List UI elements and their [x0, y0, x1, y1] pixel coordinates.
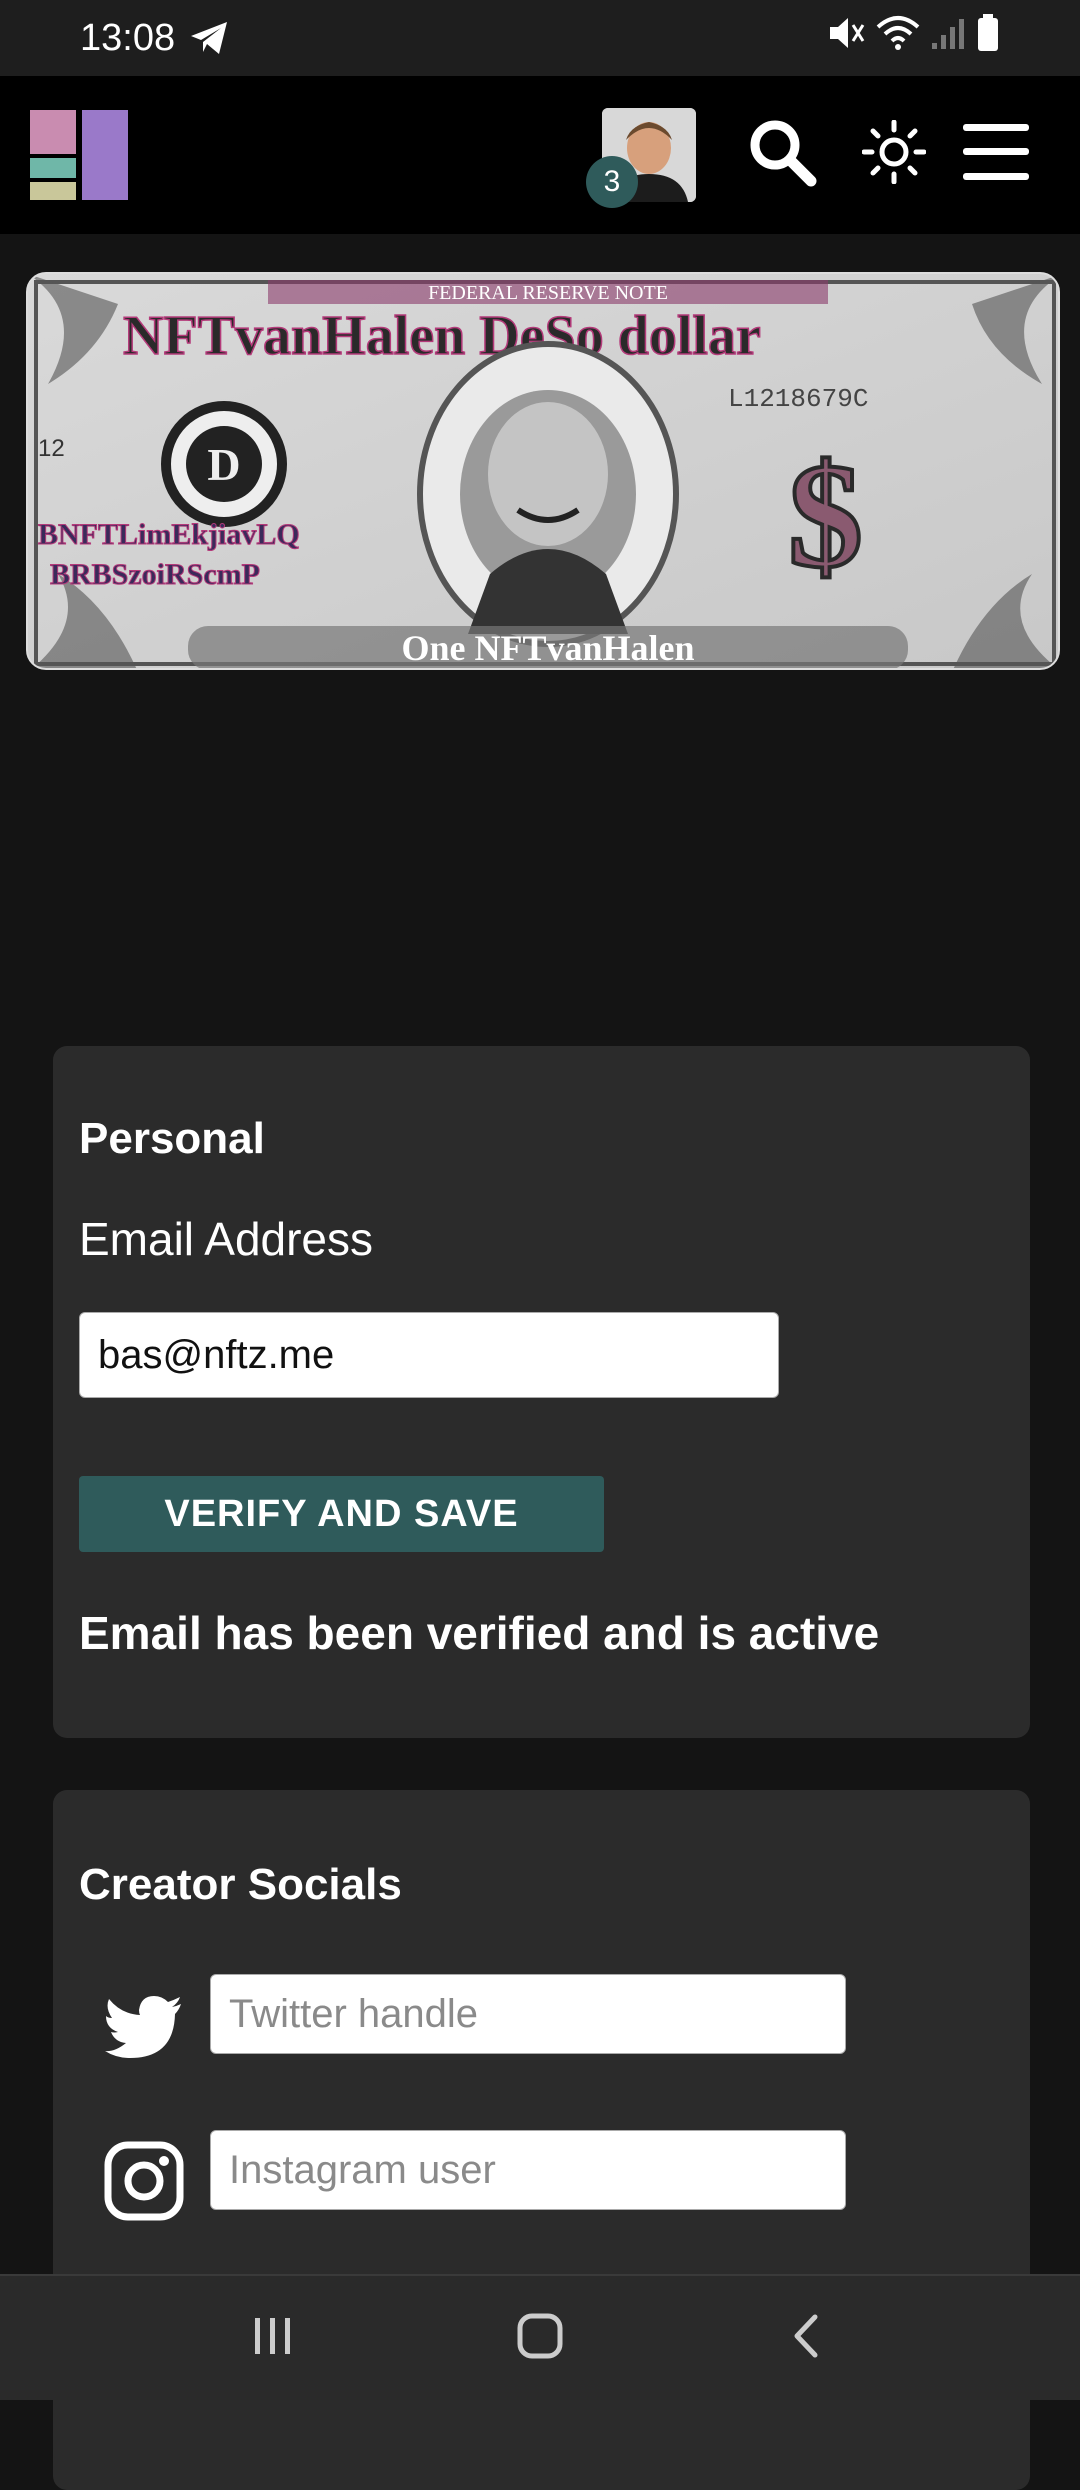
- menu-button[interactable]: [956, 114, 1036, 194]
- logo-icon[interactable]: [30, 110, 128, 200]
- email-input[interactable]: bas@nftz.me: [79, 1312, 779, 1398]
- banner-bottom-text: One NFTvanHalen: [401, 628, 694, 668]
- back-button[interactable]: [747, 2288, 867, 2388]
- banner-key-line2: BRBSzoiRScmP: [50, 558, 260, 591]
- twitter-handle-input[interactable]: Twitter handle: [210, 1974, 846, 2054]
- back-icon: [789, 2313, 825, 2364]
- email-label: Email Address: [79, 1213, 374, 1265]
- instagram-user-input[interactable]: Instagram user: [210, 2130, 846, 2210]
- status-bar: 13:08: [0, 0, 1080, 76]
- mute-icon: [826, 13, 866, 63]
- banner-key-line1: BNFTLimEkjiavLQ: [38, 518, 300, 551]
- banner-seal-letter: D: [207, 439, 240, 490]
- status-time: 13:08: [80, 16, 176, 59]
- banner-top-text: FEDERAL RESERVE NOTE: [428, 282, 668, 304]
- system-navigation-bar: [0, 2274, 1080, 2400]
- personal-section-title: Personal: [79, 1114, 265, 1163]
- battery-icon: [976, 13, 1000, 63]
- twitter-icon: [103, 1988, 185, 2070]
- signal-icon: [930, 15, 966, 61]
- profile-avatar-button[interactable]: 3: [586, 108, 696, 208]
- instagram-user-placeholder: Instagram user: [229, 2147, 496, 2192]
- instagram-icon: [103, 2140, 185, 2222]
- wifi-icon: [876, 13, 920, 63]
- email-input-value: bas@nftz.me: [98, 1332, 335, 1377]
- email-verified-message: Email has been verified and is active: [79, 1607, 880, 1659]
- twitter-handle-placeholder: Twitter handle: [229, 1991, 479, 2036]
- socials-section-title: Creator Socials: [79, 1860, 402, 1909]
- recent-apps-button[interactable]: [213, 2288, 333, 2388]
- banner-headline: NFTvanHalen DeSo dollar: [123, 305, 761, 367]
- search-icon: [747, 117, 817, 192]
- telegram-icon: [189, 20, 229, 56]
- recent-apps-icon: [251, 2316, 295, 2361]
- banner-serial: L1218679C: [728, 384, 868, 414]
- home-icon: [517, 2313, 563, 2364]
- theme-toggle-button[interactable]: [854, 114, 934, 194]
- svg-text:$: $: [788, 433, 863, 599]
- banner-corner-number: 12: [38, 435, 65, 462]
- notification-badge: 3: [586, 156, 638, 208]
- home-button[interactable]: [480, 2288, 600, 2388]
- sun-icon: [861, 119, 927, 189]
- personal-card: Personal Email Address bas@nftz.me VERIF…: [53, 1046, 1030, 1738]
- app-header: 3: [0, 76, 1080, 234]
- profile-banner-image: FEDERAL RESERVE NOTE NFTvanHalen DeSo do…: [26, 272, 1060, 670]
- verify-and-save-button[interactable]: VERIFY AND SAVE: [79, 1476, 604, 1552]
- hamburger-menu-icon: [961, 120, 1031, 189]
- search-button[interactable]: [742, 114, 822, 194]
